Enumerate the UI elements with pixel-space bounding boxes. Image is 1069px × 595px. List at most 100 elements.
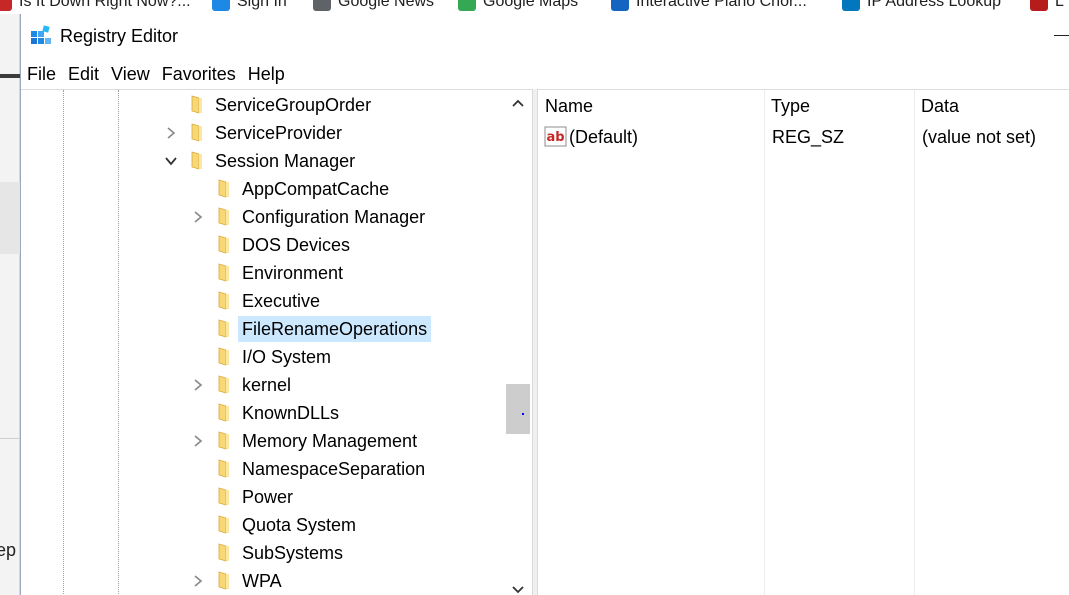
folder-icon — [218, 235, 230, 254]
tree-item-label: Quota System — [242, 515, 357, 535]
tree-item[interactable]: I/O System — [21, 343, 506, 371]
folder-icon — [218, 487, 230, 506]
globe-icon — [842, 0, 860, 11]
scroll-focus-dot — [522, 413, 524, 415]
registry-values-list[interactable]: Name Type Data ab (Default) REG_SZ (valu… — [538, 89, 1069, 595]
tree-item-label: FileRenameOperations — [238, 316, 432, 342]
tree-item[interactable]: SubSystems — [21, 539, 506, 567]
tree-item-label: Session Manager — [215, 151, 356, 171]
chevron-right-icon[interactable] — [191, 574, 205, 588]
bookmark-label: Interactive Piano Chor... — [636, 0, 807, 10]
chevron-right-icon[interactable] — [164, 126, 178, 140]
tree-item[interactable]: Power — [21, 483, 506, 511]
tree-item-label: Memory Management — [242, 431, 418, 451]
tree-item[interactable]: Environment — [21, 259, 506, 287]
bookmark-label: L — [1055, 0, 1064, 10]
column-separator[interactable] — [914, 90, 915, 595]
minimize-button[interactable] — [1052, 22, 1069, 48]
folder-icon — [218, 571, 230, 590]
menu-favorites[interactable]: Favorites — [156, 60, 242, 88]
windows-logo-icon — [212, 0, 230, 11]
tree-item[interactable]: Session Manager — [21, 147, 506, 175]
bookmark-item[interactable]: Is It Down Right Now?... — [0, 0, 191, 11]
menu-bar: File Edit View Favorites Help — [21, 60, 291, 88]
bookmark-item[interactable]: Google Maps — [458, 0, 578, 11]
folder-icon — [218, 459, 230, 478]
bookmark-item[interactable]: Sign In — [212, 0, 287, 11]
tree-item-label: AppCompatCache — [242, 179, 390, 199]
tree-item[interactable]: ServiceGroupOrder — [21, 91, 506, 119]
tree-item[interactable]: KnownDLLs — [21, 399, 506, 427]
folder-icon — [218, 543, 230, 562]
folder-icon — [218, 179, 230, 198]
chevron-down-icon[interactable] — [164, 154, 178, 168]
bookmark-label: Google News — [338, 0, 435, 10]
tree-item-label: ServiceProvider — [215, 123, 343, 143]
bookmark-label: Google Maps — [483, 0, 579, 10]
maps-icon — [458, 0, 476, 11]
tree-item[interactable]: FileRenameOperations — [21, 315, 506, 343]
tree-item-label: ServiceGroupOrder — [215, 95, 372, 115]
tree-item[interactable]: Memory Management — [21, 427, 506, 455]
tree-vertical-scrollbar[interactable] — [506, 90, 530, 595]
window-title: Registry Editor — [60, 26, 179, 46]
tree-item[interactable]: AppCompatCache — [21, 175, 506, 203]
folder-icon — [218, 207, 230, 226]
registry-editor-window: Registry Editor File Edit View Favorites Hel… — [20, 14, 1069, 595]
wu-logo-icon — [1030, 0, 1048, 11]
folder-icon — [218, 319, 230, 338]
background-window-edge: ep — [0, 14, 20, 595]
bookmark-label: Sign In — [237, 0, 287, 10]
folder-icon — [218, 347, 230, 366]
folder-icon — [218, 291, 230, 310]
menu-file[interactable]: File — [21, 60, 62, 88]
chevron-right-icon[interactable] — [191, 378, 205, 392]
bookmark-item[interactable]: L — [1030, 0, 1064, 11]
tree-item[interactable]: NamespaceSeparation — [21, 455, 506, 483]
value-name: (Default) — [569, 127, 639, 147]
background-divider — [0, 438, 20, 439]
tree-item-label: WPA — [242, 571, 282, 591]
tree-item-label: SubSystems — [242, 543, 344, 563]
column-header-data[interactable]: Data — [914, 90, 1069, 122]
menu-view[interactable]: View — [105, 60, 156, 88]
menu-help[interactable]: Help — [242, 60, 291, 88]
bookmark-item[interactable]: Google News — [313, 0, 434, 11]
tree-item-label: Environment — [242, 263, 344, 283]
tree-item[interactable]: ServiceProvider — [21, 119, 506, 147]
column-separator[interactable] — [764, 90, 765, 595]
value-row[interactable]: ab (Default) REG_SZ (value not set) — [538, 122, 1069, 152]
folder-icon — [218, 431, 230, 450]
bookmark-item[interactable]: IP Address Lookup — [842, 0, 1001, 11]
chevron-right-icon[interactable] — [191, 434, 205, 448]
tree-item-label: Configuration Manager — [242, 207, 426, 227]
background-divider — [0, 74, 20, 78]
title-bar[interactable]: Registry Editor — [21, 14, 1069, 58]
menu-edit[interactable]: Edit — [62, 60, 105, 88]
tree-item-label: KnownDLLs — [242, 403, 340, 423]
value-type: REG_SZ — [772, 127, 845, 147]
scroll-up-arrow[interactable] — [506, 92, 530, 114]
chevron-right-icon[interactable] — [191, 210, 205, 224]
scrollbar-thumb[interactable] — [506, 384, 530, 434]
globe-icon — [611, 0, 629, 11]
tree-item[interactable]: Configuration Manager — [21, 203, 506, 231]
tree-item[interactable]: WPA — [21, 567, 506, 595]
column-header-type[interactable]: Type — [764, 90, 914, 122]
value-data: (value not set) — [922, 127, 1037, 147]
news-icon — [313, 0, 331, 11]
tree-item[interactable]: Executive — [21, 287, 506, 315]
tree-item[interactable]: kernel — [21, 371, 506, 399]
svg-text:ab: ab — [547, 130, 565, 145]
tree-item-label: kernel — [242, 375, 292, 395]
folder-icon — [191, 123, 203, 142]
folder-icon — [218, 375, 230, 394]
tree-item-label: DOS Devices — [242, 235, 351, 255]
bookmark-item[interactable]: Interactive Piano Chor... — [611, 0, 807, 11]
scroll-down-arrow[interactable] — [506, 579, 530, 595]
registry-key-tree[interactable]: ServiceGroupOrder ServiceProvider Session … — [21, 89, 532, 595]
column-header-name[interactable]: Name — [538, 90, 764, 122]
tree-item-label: Executive — [242, 291, 321, 311]
tree-item[interactable]: DOS Devices — [21, 231, 506, 259]
tree-item[interactable]: Quota System — [21, 511, 506, 539]
